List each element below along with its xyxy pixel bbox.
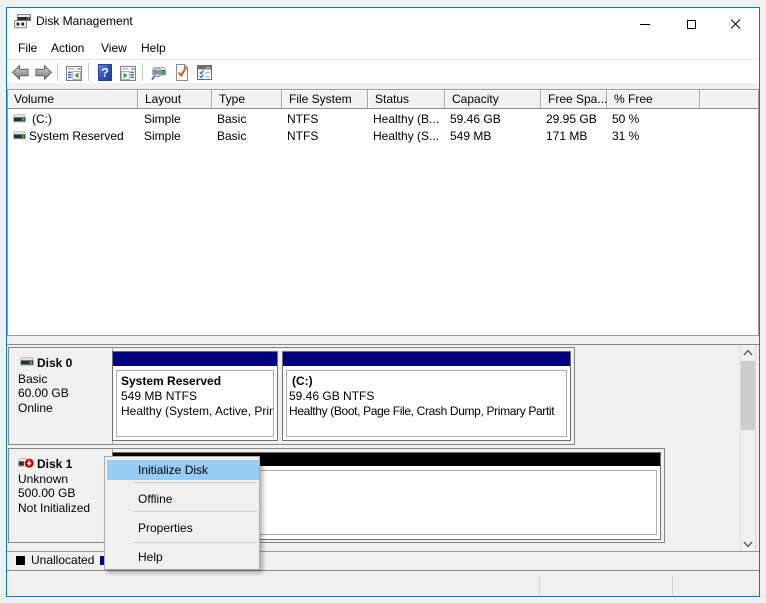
svg-text:?: ? xyxy=(101,65,109,80)
